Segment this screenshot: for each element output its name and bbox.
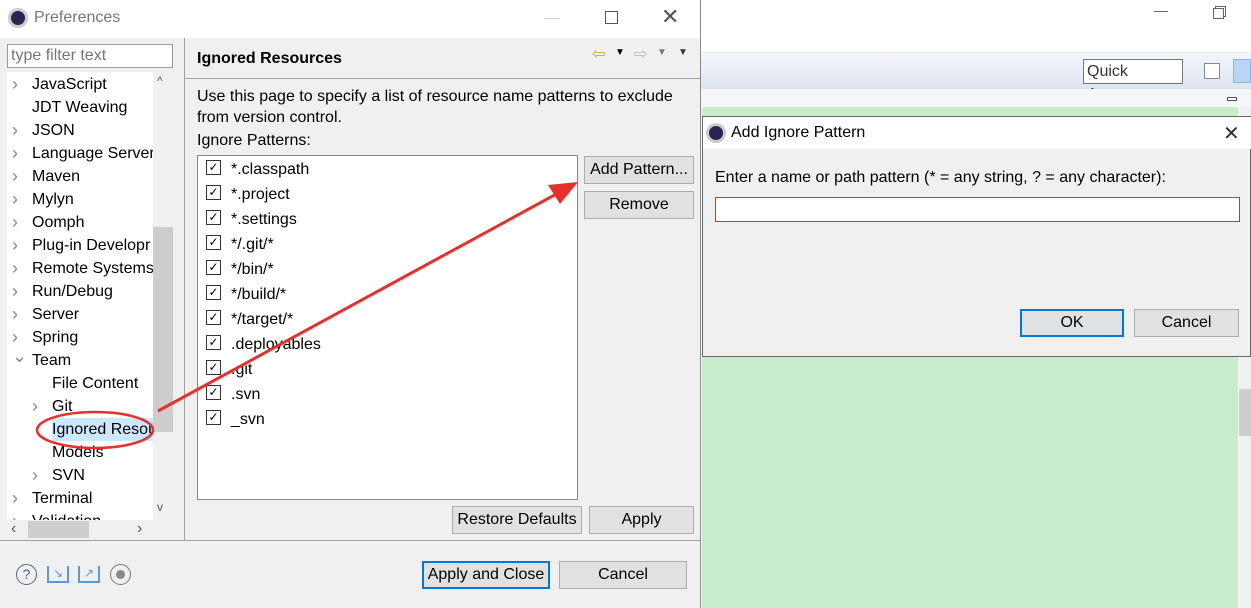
- annotation-arrow: [157, 190, 561, 413]
- annotation-circle: [35, 410, 155, 450]
- annotation-overlay: [35, 182, 578, 450]
- annotation-arrowhead: [548, 182, 578, 204]
